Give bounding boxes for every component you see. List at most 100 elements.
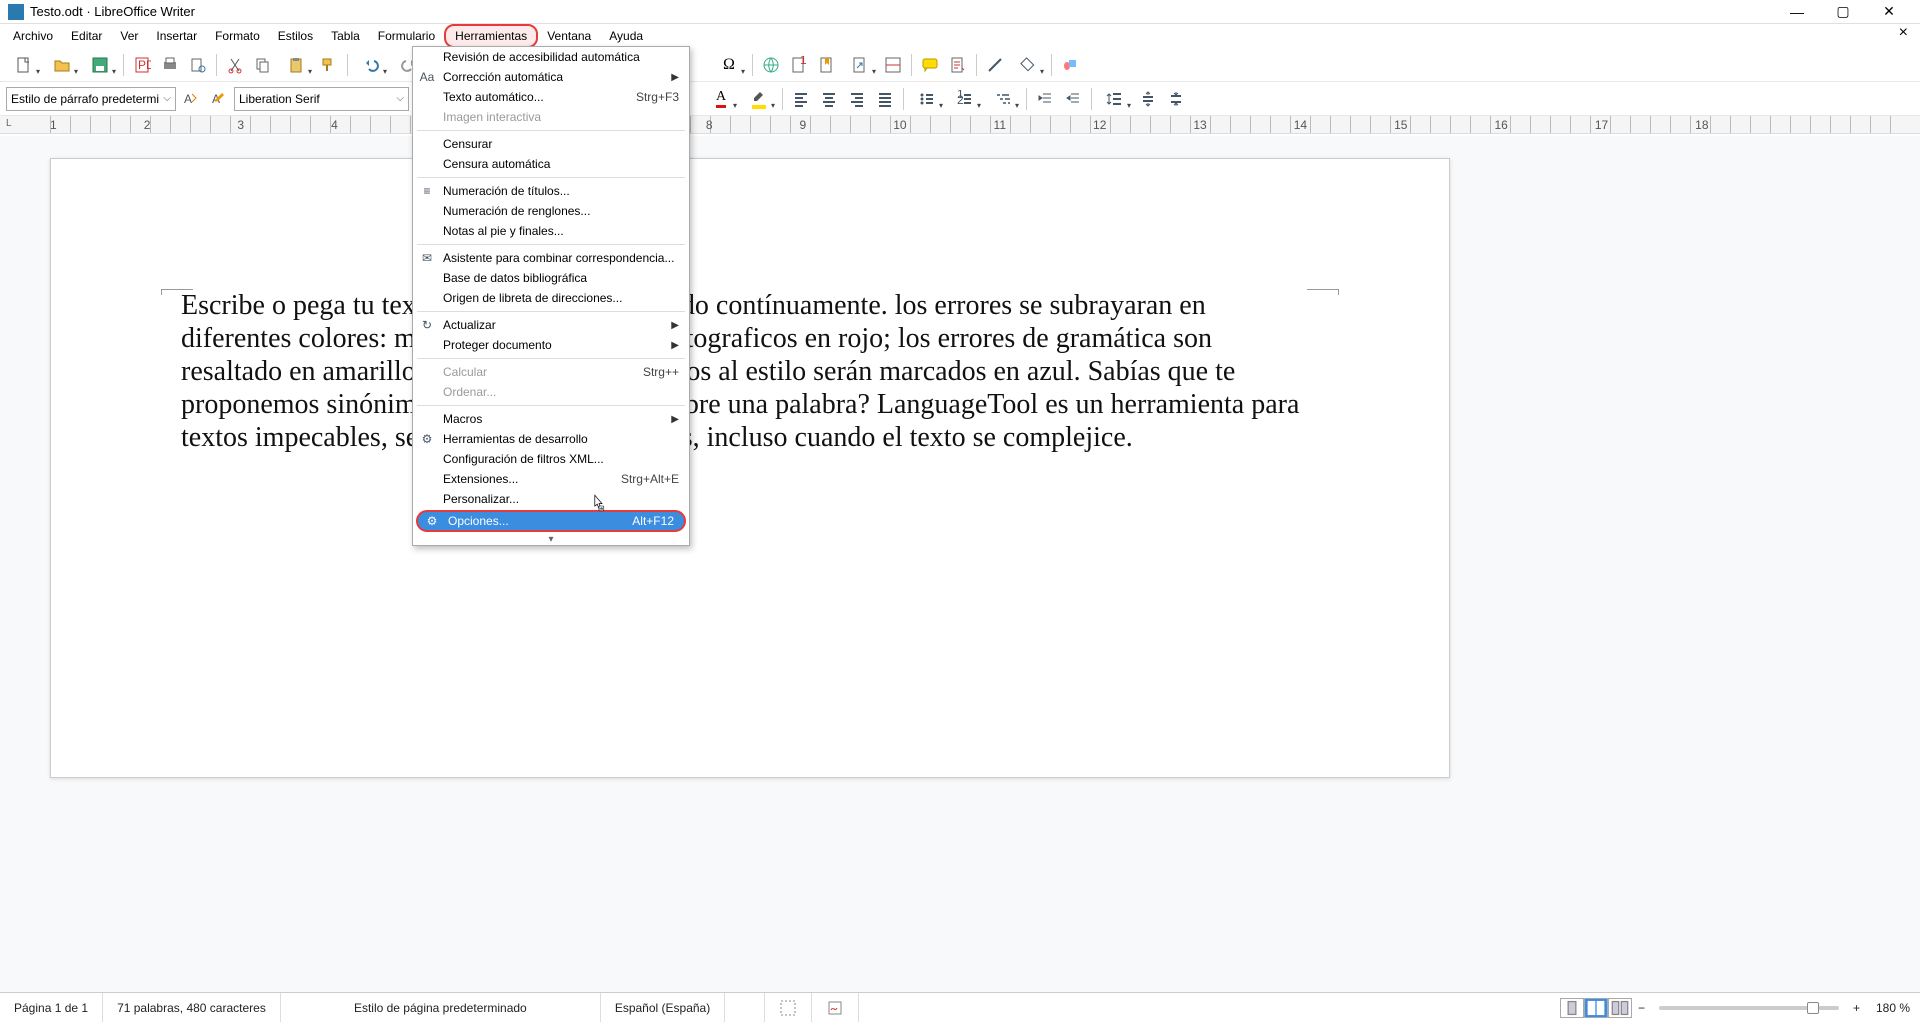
formatting-toolbar: Estilo de párrafo predetermi⌵ A A Libera… xyxy=(0,82,1920,116)
maximize-button[interactable]: ▢ xyxy=(1820,0,1866,24)
font-name-label: Liberation Serif xyxy=(239,92,320,106)
menu-formato[interactable]: Formato xyxy=(206,24,269,48)
increase-para-spacing-button[interactable] xyxy=(1135,86,1161,112)
menu-insertar[interactable]: Insertar xyxy=(147,24,206,48)
copy-button[interactable] xyxy=(250,52,276,78)
menu-formulario[interactable]: Formulario xyxy=(369,24,444,48)
menu-herramientas[interactable]: Herramientas xyxy=(444,24,538,48)
outline-list-button[interactable] xyxy=(985,86,1021,112)
line-spacing-button[interactable] xyxy=(1097,86,1133,112)
margin-marker-right xyxy=(1307,289,1339,295)
book-view-button[interactable] xyxy=(1608,998,1632,1018)
toggle-changes-button[interactable] xyxy=(945,52,971,78)
toggle-comments-button[interactable] xyxy=(917,52,943,78)
print-button[interactable] xyxy=(157,52,183,78)
menu-item-8[interactable]: ≡Numeración de títulos... xyxy=(413,181,689,201)
menu-item-0[interactable]: Revisión de accesibilidad automática xyxy=(413,47,689,67)
insert-footnote-button[interactable]: 1 xyxy=(786,52,812,78)
page: Escribe o pega tu texto aquí. Este será … xyxy=(50,158,1450,778)
align-left-button[interactable] xyxy=(788,86,814,112)
number-list-button[interactable]: 12 xyxy=(947,86,983,112)
menu-ayuda[interactable]: Ayuda xyxy=(600,24,652,48)
menu-editar[interactable]: Editar xyxy=(62,24,111,48)
new-button[interactable] xyxy=(6,52,42,78)
single-page-view-button[interactable] xyxy=(1560,998,1584,1018)
decrease-indent-button[interactable] xyxy=(1060,86,1086,112)
menu-item-26[interactable]: Personalizar... xyxy=(413,489,689,509)
menu-item-9[interactable]: Numeración de renglones... xyxy=(413,201,689,221)
menu-item-12[interactable]: ✉Asistente para combinar correspondencia… xyxy=(413,248,689,268)
zoom-in-button[interactable]: + xyxy=(1847,1001,1866,1015)
insert-cross-ref-button[interactable] xyxy=(842,52,878,78)
status-page-style[interactable]: Estilo de página predeterminado xyxy=(281,993,601,1022)
menu-tabla[interactable]: Tabla xyxy=(322,24,369,48)
align-right-button[interactable] xyxy=(844,86,870,112)
multi-page-view-button[interactable] xyxy=(1584,998,1608,1018)
close-document-button[interactable]: × xyxy=(1891,24,1916,48)
insert-bookmark-button[interactable] xyxy=(814,52,840,78)
menu-item-13[interactable]: Base de datos bibliográfica xyxy=(413,268,689,288)
font-name-combo[interactable]: Liberation Serif⌵ xyxy=(234,87,409,111)
undo-button[interactable] xyxy=(353,52,389,78)
menu-item-2[interactable]: Texto automático...Strg+F3 xyxy=(413,87,689,107)
status-wordcount[interactable]: 71 palabras, 480 caracteres xyxy=(103,993,281,1022)
show-draw-functions-button[interactable] xyxy=(1057,52,1083,78)
menu-item-10[interactable]: Notas al pie y finales... xyxy=(413,221,689,241)
menu-item-16[interactable]: ↻Actualizar▶ xyxy=(413,315,689,335)
align-center-button[interactable] xyxy=(816,86,842,112)
menu-item-3: Imagen interactiva xyxy=(413,107,689,127)
insert-line-button[interactable] xyxy=(982,52,1008,78)
svg-text:1: 1 xyxy=(800,56,807,67)
increase-indent-button[interactable] xyxy=(1032,86,1058,112)
menu-item-5[interactable]: Censurar xyxy=(413,134,689,154)
zoom-slider[interactable] xyxy=(1659,1006,1839,1010)
close-button[interactable]: ✕ xyxy=(1866,0,1912,24)
menu-estilos[interactable]: Estilos xyxy=(269,24,322,48)
font-color-button[interactable]: A xyxy=(703,86,739,112)
align-justify-button[interactable] xyxy=(872,86,898,112)
export-pdf-button[interactable]: PDF xyxy=(129,52,155,78)
status-signature[interactable] xyxy=(812,993,859,1022)
menu-item-17[interactable]: Proteger documento▶ xyxy=(413,335,689,355)
menu-archivo[interactable]: Archivo xyxy=(4,24,62,48)
menu-item-6[interactable]: Censura automática xyxy=(413,154,689,174)
menu-item-22[interactable]: Macros▶ xyxy=(413,409,689,429)
special-char-button[interactable]: Ω xyxy=(711,52,747,78)
document-area[interactable]: Escribe o pega tu texto aquí. Este será … xyxy=(0,136,1920,992)
status-language[interactable]: Español (España) xyxy=(601,993,725,1022)
menu-ventana[interactable]: Ventana xyxy=(538,24,600,48)
status-selection-mode[interactable] xyxy=(765,993,812,1022)
zoom-level[interactable]: 180 % xyxy=(1866,1001,1920,1015)
menu-item-24[interactable]: Configuración de filtros XML... xyxy=(413,449,689,469)
horizontal-ruler[interactable]: L 123456789101112131415161718 xyxy=(0,116,1920,134)
bullet-list-button[interactable] xyxy=(909,86,945,112)
paragraph-style-combo[interactable]: Estilo de párrafo predetermi⌵ xyxy=(6,87,176,111)
menu-item-19: CalcularStrg++ xyxy=(413,362,689,382)
document-text[interactable]: Escribe o pega tu texto aquí. Este será … xyxy=(181,289,1319,454)
decrease-para-spacing-button[interactable] xyxy=(1163,86,1189,112)
menu-ver[interactable]: Ver xyxy=(111,24,147,48)
insert-hyperlink-button[interactable] xyxy=(758,52,784,78)
menu-item-14[interactable]: Origen de libreta de direcciones... xyxy=(413,288,689,308)
clone-formatting-button[interactable] xyxy=(316,52,342,78)
new-style-button[interactable]: A xyxy=(206,86,232,112)
print-preview-button[interactable] xyxy=(185,52,211,78)
herramientas-menu: Revisión de accesibilidad automáticaAaCo… xyxy=(412,46,690,546)
save-button[interactable] xyxy=(82,52,118,78)
zoom-out-button[interactable]: − xyxy=(1632,1001,1651,1015)
insert-section-button[interactable] xyxy=(880,52,906,78)
status-insert-mode[interactable] xyxy=(725,993,765,1022)
menu-item-25[interactable]: Extensiones...Strg+Alt+E xyxy=(413,469,689,489)
menu-item-23[interactable]: ⚙Herramientas de desarrollo xyxy=(413,429,689,449)
status-page[interactable]: Página 1 de 1 xyxy=(0,993,103,1022)
paste-button[interactable] xyxy=(278,52,314,78)
basic-shapes-button[interactable] xyxy=(1010,52,1046,78)
cut-button[interactable] xyxy=(222,52,248,78)
highlight-button[interactable] xyxy=(741,86,777,112)
menu-item-27[interactable]: ⚙Opciones...Alt+F12 xyxy=(416,510,686,532)
open-button[interactable] xyxy=(44,52,80,78)
update-style-button[interactable]: A xyxy=(178,86,204,112)
menu-item-1[interactable]: AaCorrección automática▶ xyxy=(413,67,689,87)
minimize-button[interactable]: — xyxy=(1774,0,1820,24)
standard-toolbar: PDF Ω 1 xyxy=(0,48,1920,82)
